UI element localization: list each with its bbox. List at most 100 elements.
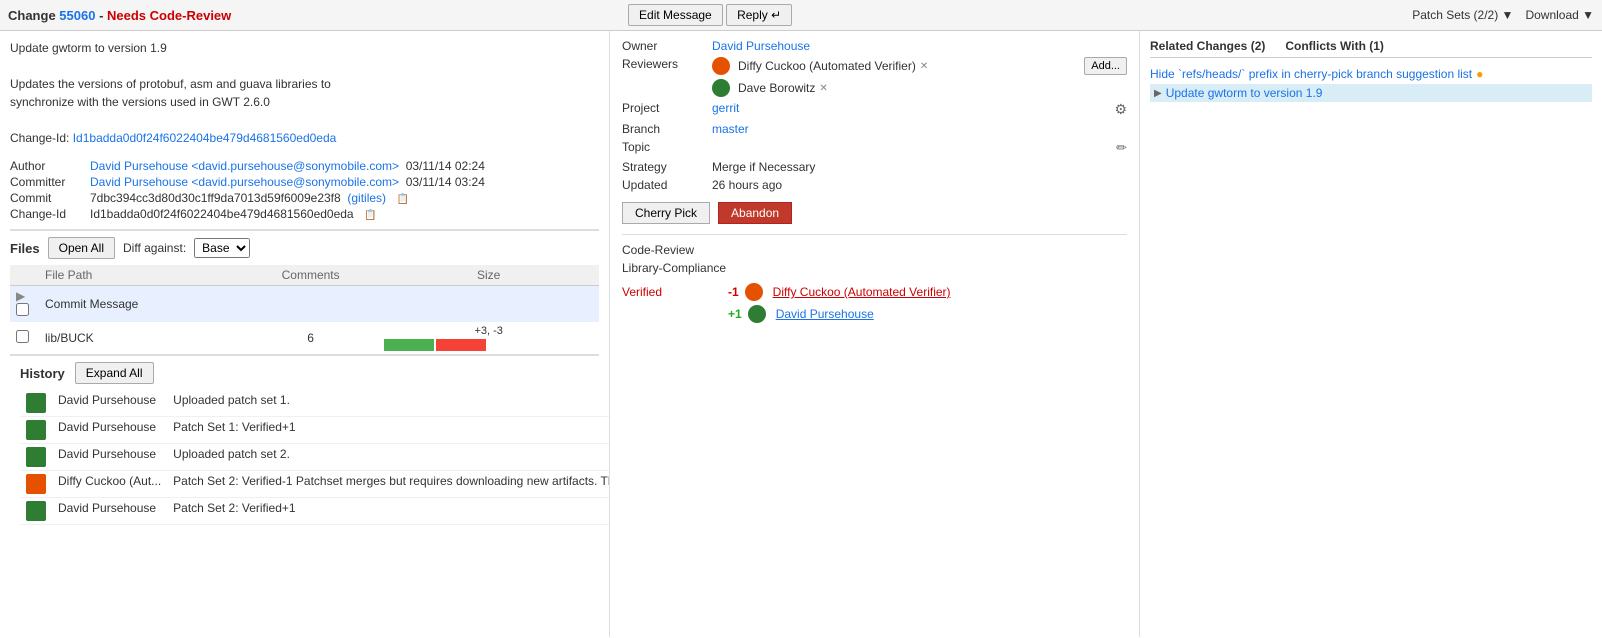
commit-label: Commit <box>10 191 90 205</box>
header-bar: Change 55060 - Needs Code-Review Edit Me… <box>0 0 1602 31</box>
verified-reviewer-pos-link[interactable]: David Pursehouse <box>776 307 874 321</box>
size-bar <box>384 339 593 351</box>
add-reviewer-button[interactable]: Add... <box>1084 57 1127 75</box>
change-status: Needs Code-Review <box>107 8 231 23</box>
history-section: History Expand All David Pursehouse Uplo… <box>10 354 599 531</box>
comments-header: Comments <box>243 265 378 286</box>
committer-row: Committer David Pursehouse <david.purseh… <box>10 175 599 189</box>
change-id-meta-value: Id1badda0d0f24f6022404be479d4681560ed0ed… <box>90 207 377 221</box>
reviewer-avatar-pos <box>748 305 766 323</box>
table-row: David Pursehouse Patch Set 1: Verified+1… <box>20 417 610 444</box>
change-title: Change 55060 - Needs Code-Review <box>8 8 628 23</box>
reviewer-avatar-2 <box>712 79 730 97</box>
file-checkbox[interactable] <box>16 303 29 316</box>
branch-link[interactable]: master <box>712 122 749 136</box>
edit-topic-icon[interactable]: ✏ <box>1116 140 1127 155</box>
related-item-link-1[interactable]: Hide `refs/heads/` prefix in cherry-pick… <box>1150 67 1472 81</box>
copy-icon-2[interactable]: 📋 <box>364 210 376 221</box>
list-item: ▶ Update gwtorm to version 1.9 <box>1150 84 1592 102</box>
cherry-pick-button[interactable]: Cherry Pick <box>622 202 710 224</box>
open-all-button[interactable]: Open All <box>48 237 115 259</box>
branch-label: Branch <box>622 122 712 136</box>
patch-sets-selector[interactable]: Patch Sets (2/2) ▼ <box>1412 8 1513 22</box>
history-table: David Pursehouse Uploaded patch set 1. 0… <box>20 390 610 525</box>
reviewer-1-name: Diffy Cuckoo (Automated Verifier) <box>738 59 916 73</box>
history-author: David Pursehouse <box>52 444 167 471</box>
settings-icon[interactable]: ⚙ <box>1114 101 1127 117</box>
change-id-line: Change-Id: Id1badda0d0f24f6022404be479d4… <box>10 129 599 147</box>
download-button[interactable]: Download ▼ <box>1525 8 1594 22</box>
expand-icon[interactable]: ▶ <box>16 289 25 303</box>
history-message: Patch Set 2: Verified+1 <box>167 498 610 525</box>
author-row: Author David Pursehouse <david.pursehous… <box>10 159 599 173</box>
committer-link[interactable]: David Pursehouse <david.pursehouse@sonym… <box>90 175 399 189</box>
change-id-meta-row: Change-Id Id1badda0d0f24f6022404be479d46… <box>10 207 599 221</box>
verified-reviewer-neg-link[interactable]: Diffy Cuckoo (Automated Verifier) <box>773 285 951 299</box>
committer-label: Committer <box>10 175 90 189</box>
table-row: David Pursehouse Uploaded patch set 1. 0… <box>20 390 610 417</box>
author-label: Author <box>10 159 90 173</box>
library-compliance-label: Library-Compliance <box>622 261 1127 275</box>
labels-section: Code-Review Library-Compliance Verified … <box>622 243 1127 323</box>
commit-message: Update gwtorm to version 1.9 Updates the… <box>10 39 599 147</box>
right-panel: Related Changes (2) Conflicts With (1) H… <box>1140 31 1602 637</box>
file-checkbox-2[interactable] <box>16 330 29 343</box>
commit-value: 7dbc394cc3d80d30c1ff9da7013d59f6009e23f8… <box>90 191 409 205</box>
middle-panel: Owner David Pursehouse Reviewers Diffy C… <box>610 31 1140 637</box>
updated-label: Updated <box>622 178 712 192</box>
reply-button[interactable]: Reply ↵ <box>726 4 792 26</box>
table-row: Diffy Cuckoo (Aut... Patch Set 2: Verifi… <box>20 471 610 498</box>
history-author: David Pursehouse <box>52 498 167 525</box>
history-author: David Pursehouse <box>52 390 167 417</box>
abandon-button[interactable]: Abandon <box>718 202 792 224</box>
size-bar-green <box>384 339 434 351</box>
related-item-link-2[interactable]: Update gwtorm to version 1.9 <box>1166 86 1323 100</box>
list-item: Hide `refs/heads/` prefix in cherry-pick… <box>1150 64 1592 84</box>
file-path-cell-2: lib/BUCK <box>39 322 243 354</box>
change-id-meta-label: Change-Id <box>10 207 90 221</box>
gitiles-link[interactable]: (gitiles) <box>347 191 386 205</box>
change-id-value-link[interactable]: Id1badda0d0f24f6022404be479d4681560ed0ed… <box>73 131 337 145</box>
file-path-cell: Commit Message <box>39 286 243 323</box>
code-review-label: Code-Review <box>622 243 1127 257</box>
reviewers-label: Reviewers <box>622 57 712 71</box>
expand-all-button[interactable]: Expand All <box>75 362 154 384</box>
diff-against-label: Diff against: <box>123 241 186 255</box>
related-items-list: Hide `refs/heads/` prefix in cherry-pick… <box>1150 64 1592 102</box>
history-message: Uploaded patch set 2. <box>167 444 610 471</box>
reviewer-remove-2[interactable]: ✕ <box>819 83 827 94</box>
verified-row: Verified -1 Diffy Cuckoo (Automated Veri… <box>622 283 1127 301</box>
dot-indicator: ● <box>1476 67 1483 81</box>
project-link[interactable]: gerrit <box>712 101 739 115</box>
strategy-label: Strategy <box>622 160 712 174</box>
change-id-link[interactable]: 55060 <box>59 8 95 23</box>
arrow-icon: ▶ <box>1154 88 1162 99</box>
file-path-header: File Path <box>39 265 243 286</box>
history-message: Uploaded patch set 1. <box>167 390 610 417</box>
copy-icon[interactable]: 📋 <box>397 194 409 205</box>
verified-score-neg: -1 <box>728 285 739 299</box>
table-row: David Pursehouse Patch Set 2: Verified+1… <box>20 498 610 525</box>
table-row: lib/BUCK 6 +3, -3 <box>10 322 599 354</box>
reviewer-row-1: Diffy Cuckoo (Automated Verifier) ✕ <box>712 57 1067 75</box>
avatar <box>26 420 46 440</box>
reviewer-row-2: Dave Borowitz ✕ <box>712 79 1067 97</box>
diff-against-select[interactable]: Base <box>194 238 250 258</box>
history-message: Patch Set 2: Verified-1 Patchset merges … <box>167 471 610 498</box>
author-link[interactable]: David Pursehouse <david.pursehouse@sonym… <box>90 159 399 173</box>
commit-meta: Author David Pursehouse <david.pursehous… <box>10 159 599 221</box>
project-value: gerrit <box>712 101 1067 115</box>
verified-score-pos: +1 <box>728 307 742 321</box>
related-changes-title: Related Changes (2) <box>1150 39 1265 53</box>
conflicts-title: Conflicts With (1) <box>1285 39 1384 53</box>
branch-value: master <box>712 122 1067 136</box>
size-bar-red <box>436 339 486 351</box>
topic-label: Topic <box>622 140 712 154</box>
edit-message-button[interactable]: Edit Message <box>628 4 723 26</box>
owner-link[interactable]: David Pursehouse <box>712 39 810 53</box>
verified-pos-row: +1 David Pursehouse <box>622 305 1127 323</box>
file-comments-cell-2: 6 <box>243 322 378 354</box>
reviewer-2-name: Dave Borowitz <box>738 81 815 95</box>
files-table: File Path Comments Size ▶ Commit Message <box>10 265 599 354</box>
reviewer-remove-1[interactable]: ✕ <box>920 61 928 72</box>
